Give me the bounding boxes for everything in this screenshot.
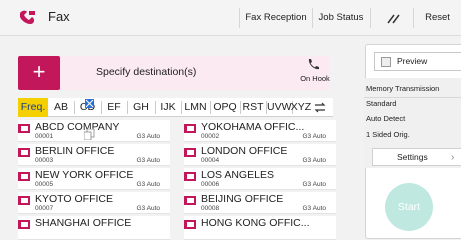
address-entry[interactable]: YOKOHAMA OFFIC... 00002 G3 Auto — [184, 120, 336, 142]
address-book-icon — [18, 148, 30, 157]
plus-icon: + — [32, 59, 46, 84]
sided-value: 1 Sided Orig. — [366, 130, 410, 139]
entry-number: 00006 — [201, 181, 220, 188]
address-book-icon — [184, 124, 196, 133]
address-book-icon — [18, 124, 30, 133]
tab-gh[interactable]: GH — [128, 98, 154, 117]
density-value: Auto Detect — [366, 114, 406, 123]
entry-name: BERLIN OFFICE — [35, 145, 115, 157]
entry-number: 00003 — [35, 157, 54, 164]
entry-number: 00008 — [201, 205, 220, 212]
entry-mode: G3 Auto — [136, 181, 161, 188]
phone-icon — [308, 59, 319, 70]
tab-rst[interactable]: RST — [241, 98, 265, 117]
on-hook-label: On Hook — [300, 74, 330, 83]
fax-machine-icon — [20, 10, 35, 25]
address-entry[interactable]: SHANGHAI OFFICE — [18, 216, 170, 240]
app-title: Fax — [48, 9, 70, 24]
address-entry[interactable]: LONDON OFFICE 00004 G3 Auto — [184, 144, 336, 166]
settings-label: Settings — [397, 152, 428, 162]
entry-number: 00002 — [201, 133, 220, 140]
entry-mode: G3 Auto — [136, 157, 161, 164]
address-entry[interactable]: LOS ANGELES 00006 G3 Auto — [184, 168, 336, 190]
entry-number: 00005 — [35, 181, 54, 188]
settings-button[interactable]: Settings › — [372, 148, 461, 166]
start-button[interactable]: Start — [385, 183, 433, 231]
entry-mode: G3 Auto — [302, 205, 327, 212]
header-divider — [370, 8, 371, 28]
address-book-icon — [18, 196, 30, 205]
entry-name: YOKOHAMA OFFIC... — [201, 121, 305, 133]
tools-icon[interactable] — [386, 11, 400, 25]
entry-mode: G3 Auto — [302, 133, 327, 140]
entry-name: HONG KONG OFFIC... — [201, 217, 310, 229]
entry-name: KYOTO OFFICE — [35, 193, 113, 205]
entry-mode: G3 Auto — [302, 181, 327, 188]
add-destination-button[interactable]: + — [18, 56, 60, 90]
address-book-icon — [184, 148, 196, 157]
header-bar: Fax Fax Reception Job Status Reset — [0, 0, 461, 36]
entry-number: 00007 — [35, 205, 54, 212]
address-entry[interactable]: BEIJING OFFICE 00008 G3 Auto — [184, 192, 336, 214]
entry-name: ABCD COMPANY — [35, 121, 120, 133]
entry-mode: G3 Auto — [136, 133, 161, 140]
specify-destination-label[interactable]: Specify destination(s) — [96, 66, 196, 78]
chevron-right-icon: › — [451, 152, 455, 163]
address-entry[interactable]: HONG KONG OFFIC... — [184, 216, 336, 240]
entry-number: 00004 — [201, 157, 220, 164]
preview-button[interactable]: Preview — [374, 52, 461, 71]
tab-freq[interactable]: Freq. — [18, 98, 48, 117]
fax-reception-button[interactable]: Fax Reception — [240, 0, 312, 36]
address-book-icon — [184, 220, 196, 229]
entry-name: LOS ANGELES — [201, 169, 274, 181]
on-hook-button[interactable]: On Hook — [300, 56, 330, 90]
tab-ijk[interactable]: IJK — [156, 98, 180, 117]
job-status-button[interactable]: Job Status — [313, 0, 369, 36]
reset-button[interactable]: Reset — [414, 0, 461, 36]
entry-mode: G3 Auto — [136, 205, 161, 212]
address-entry[interactable]: KYOTO OFFICE 00007 G3 Auto — [18, 192, 170, 214]
tab-ef[interactable]: EF — [102, 98, 126, 117]
memory-transmission-label: Memory Transmission — [366, 84, 440, 93]
swap-icon[interactable] — [313, 101, 327, 114]
tab-xyz[interactable]: XYZ — [290, 98, 312, 117]
entry-name: LONDON OFFICE — [201, 145, 288, 157]
address-book-icon — [184, 196, 196, 205]
entry-name: NEW YORK OFFICE — [35, 169, 134, 181]
pages-icon — [84, 129, 95, 140]
address-entry[interactable]: NEW YORK OFFICE 00005 G3 Auto — [18, 168, 170, 190]
tab-lmn[interactable]: LMN — [182, 98, 209, 117]
grid-icon — [85, 99, 94, 108]
entry-number: 00001 — [35, 133, 54, 140]
address-book-icon — [184, 172, 196, 181]
tab-uvw[interactable]: UVW — [267, 98, 292, 117]
resolution-value: Standard — [366, 99, 397, 108]
entry-mode: G3 Auto — [302, 157, 327, 164]
index-tabs: Freq. AB CD EF GH IJK LMN OPQ RST UVW XY… — [18, 98, 333, 117]
entry-name: BEIJING OFFICE — [201, 193, 284, 205]
address-book-icon — [18, 172, 30, 181]
entry-name: SHANGHAI OFFICE — [35, 217, 132, 229]
destination-bar: + Specify destination(s) On Hook — [18, 56, 330, 90]
preview-label: Preview — [397, 56, 428, 66]
tab-ab[interactable]: AB — [49, 98, 73, 117]
address-entry[interactable]: BERLIN OFFICE 00003 G3 Auto — [18, 144, 170, 166]
address-book-icon — [18, 220, 30, 229]
preview-checkbox[interactable] — [381, 57, 391, 67]
tab-opq[interactable]: OPQ — [211, 98, 239, 117]
divider — [364, 97, 461, 98]
